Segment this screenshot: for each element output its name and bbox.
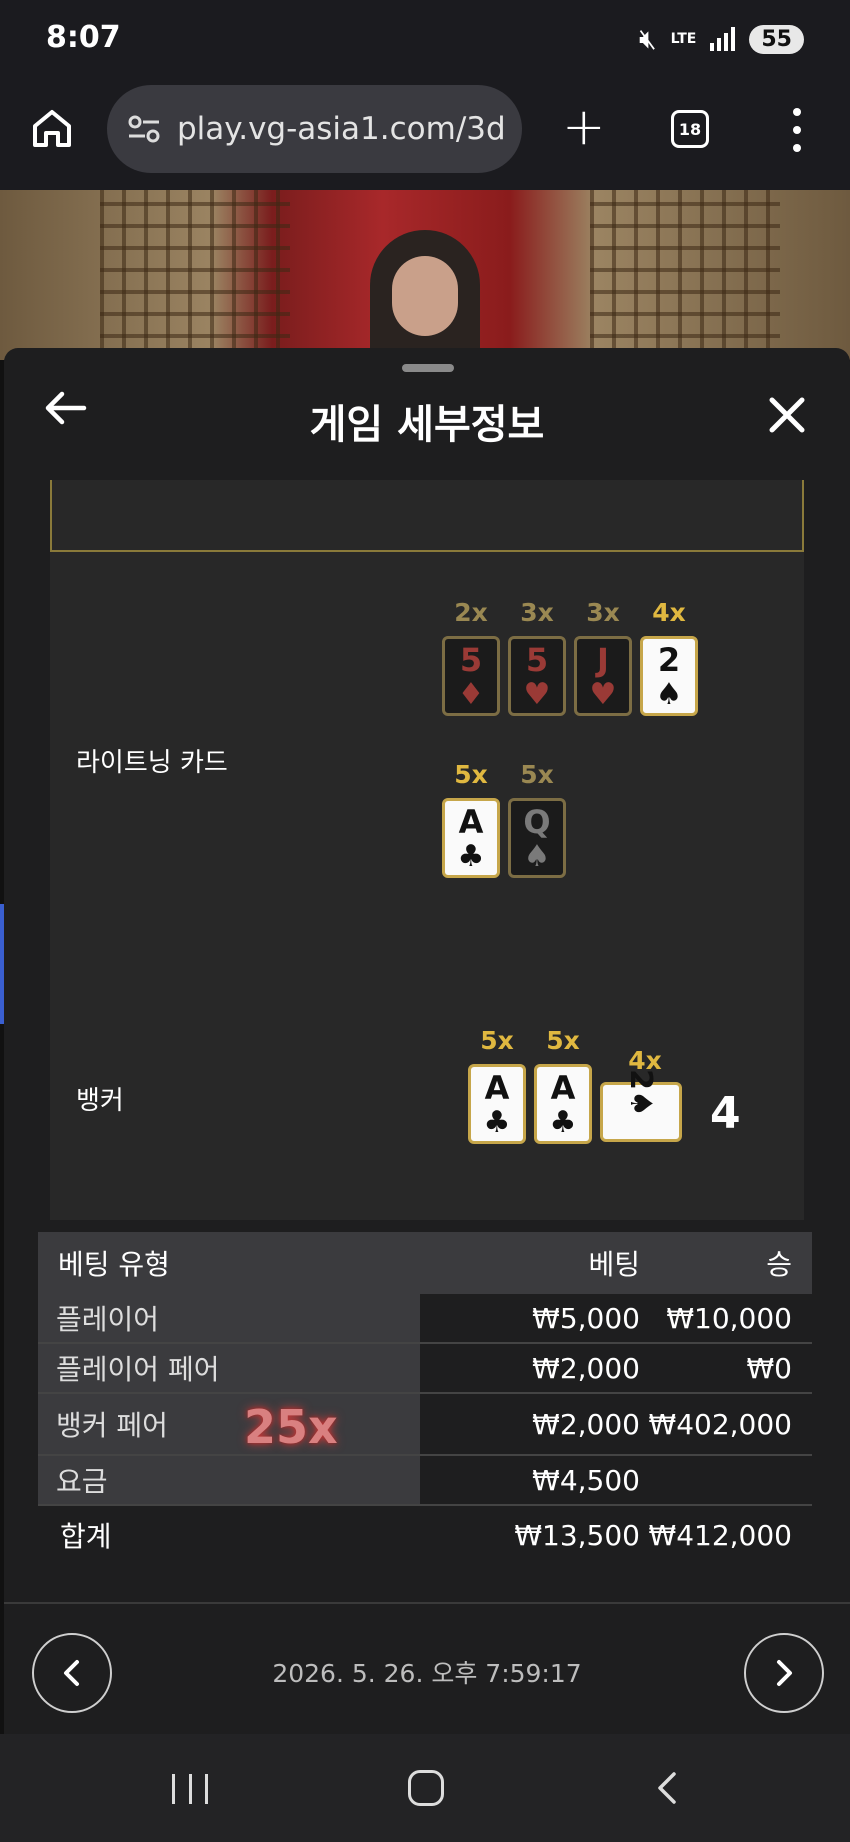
total-label: 합계 xyxy=(60,1520,112,1553)
playing-card-sideways: 2♠ xyxy=(600,1069,682,1142)
status-time: 8:07 xyxy=(46,20,121,55)
playing-card: A ♣ xyxy=(442,798,500,878)
page-title: 게임 세부정보 xyxy=(309,402,545,448)
chevron-right-icon[interactable] xyxy=(744,1633,824,1713)
status-icons: 🔇︎ LTE 55 xyxy=(639,22,804,56)
plus-icon[interactable]: + xyxy=(562,101,606,153)
header-bet-type: 베팅 유형 xyxy=(58,1248,170,1281)
back-icon[interactable] xyxy=(650,1770,686,1806)
signal-icon xyxy=(710,27,736,51)
home-icon[interactable] xyxy=(30,106,74,150)
multiplier-label: 3x xyxy=(586,598,620,627)
win-amount: ₩0 xyxy=(746,1351,793,1385)
total-bet: ₩13,500 xyxy=(514,1518,640,1552)
banker-score: 4 xyxy=(710,1088,741,1139)
multiplier-label: 2x xyxy=(454,598,488,627)
close-icon[interactable] xyxy=(768,396,806,434)
bet-type: 플레이어 페어 xyxy=(38,1344,420,1392)
multiplier-label: 3x xyxy=(520,598,554,627)
multiplier-label: 5x xyxy=(520,760,554,789)
playing-card: A ♣ xyxy=(534,1064,592,1144)
round-details: 라이트닝 카드 2x 5 ♦ 3x 5 ♥ 3x J ♥ 4x 2 ♠ 5x A ♣ 5x… xyxy=(50,480,804,1220)
bet-type: 요금 xyxy=(38,1456,420,1504)
multiplier-badge: 25x xyxy=(244,1400,338,1454)
playing-card: 2 ♠ xyxy=(640,636,698,716)
playing-card: A ♣ xyxy=(468,1064,526,1144)
home-button-icon[interactable] xyxy=(408,1770,444,1806)
multiplier-label: 5x xyxy=(546,1026,580,1055)
address-bar[interactable]: play.vg-asia1.com/3d xyxy=(107,85,522,173)
table-row: 뱅커 페어 25x ₩2,000 ₩402,000 xyxy=(38,1394,812,1456)
win-amount: ₩402,000 xyxy=(648,1407,792,1441)
divider xyxy=(4,1602,850,1604)
url-text: play.vg-asia1.com/3d xyxy=(177,111,506,147)
playing-card: 5 ♥ xyxy=(508,636,566,716)
tune-icon[interactable] xyxy=(127,114,161,144)
battery-level: 55 xyxy=(749,24,804,54)
lightning-cards-label: 라이트닝 카드 xyxy=(76,748,228,778)
table-row: 요금 ₩4,500 xyxy=(38,1456,812,1506)
bet-type: 플레이어 xyxy=(38,1294,420,1342)
mute-icon: 🔇︎ xyxy=(639,22,657,55)
system-nav-bar xyxy=(0,1734,850,1842)
dealer-face xyxy=(392,256,458,336)
recent-apps-icon[interactable] xyxy=(172,1774,208,1804)
decor-lattice-right xyxy=(590,190,780,360)
status-bar: 8:07 🔇︎ LTE 55 xyxy=(0,0,850,80)
bet-amount: ₩2,000 xyxy=(532,1351,640,1385)
multiplier-label: 5x xyxy=(454,760,488,789)
bet-type-cell: 뱅커 페어 25x xyxy=(38,1394,420,1454)
bet-type: 뱅커 페어 xyxy=(56,1409,168,1442)
playing-card: Q ♠ xyxy=(508,798,566,878)
drag-handle[interactable] xyxy=(402,364,454,372)
playing-card: J ♥ xyxy=(574,636,632,716)
win-amount: ₩10,000 xyxy=(666,1301,792,1335)
table-header: 베팅 유형 베팅 승 xyxy=(38,1232,812,1294)
banker-label: 뱅커 xyxy=(76,1086,124,1116)
live-video xyxy=(0,190,850,360)
bet-table: 베팅 유형 베팅 승 플레이어 ₩5,000 ₩10,000 플레이어 페어 ₩… xyxy=(38,1232,812,1564)
more-vert-icon[interactable] xyxy=(790,108,804,152)
bet-amount: ₩2,000 xyxy=(532,1407,640,1441)
round-timestamp: 2026. 5. 26. 오후 7:59:17 xyxy=(272,1659,582,1688)
total-win: ₩412,000 xyxy=(648,1518,792,1552)
header-bet: 베팅 xyxy=(588,1248,640,1281)
network-type: LTE xyxy=(670,31,697,47)
playing-card: 5 ♦ xyxy=(442,636,500,716)
tabs-icon[interactable]: 18 xyxy=(671,110,709,148)
result-frame xyxy=(50,480,804,552)
header-win: 승 xyxy=(766,1248,792,1281)
bet-amount: ₩4,500 xyxy=(532,1463,640,1497)
bet-amount: ₩5,000 xyxy=(532,1301,640,1335)
decor-lattice-left xyxy=(100,190,290,360)
table-total-row: 합계 ₩13,500 ₩412,000 xyxy=(38,1506,812,1564)
multiplier-label: 4x xyxy=(652,598,686,627)
tab-count: 18 xyxy=(678,119,702,139)
game-details-panel: 게임 세부정보 라이트닝 카드 2x 5 ♦ 3x 5 ♥ 3x J ♥ 4x 2 ♠ … xyxy=(4,348,850,1734)
multiplier-label: 5x xyxy=(480,1026,514,1055)
table-row: 플레이어 ₩5,000 ₩10,000 xyxy=(38,1294,812,1344)
browser-toolbar: play.vg-asia1.com/3d + 18 xyxy=(0,80,850,190)
table-row: 플레이어 페어 ₩2,000 ₩0 xyxy=(38,1344,812,1394)
